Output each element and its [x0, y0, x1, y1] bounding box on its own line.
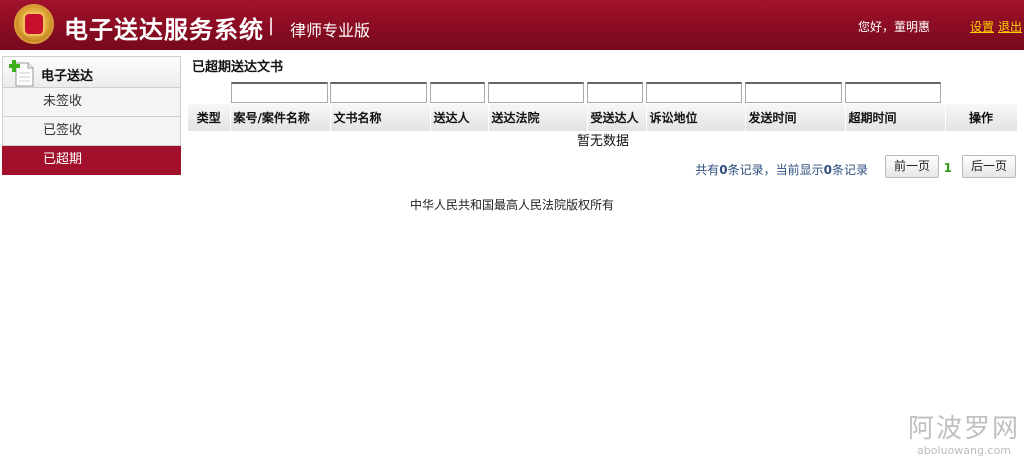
column-header: 诉讼地位	[646, 104, 746, 131]
column-header: 送达法院	[488, 104, 588, 131]
sidebar-section-label: 电子送达	[41, 69, 94, 84]
court-emblem-icon	[14, 4, 54, 44]
filter-row	[188, 78, 1018, 104]
main-content: 已超期送达文书 类型 案号/案件名称 文书名称 送达人 送达法院 受送达人 诉讼…	[188, 58, 1018, 183]
litigation-status-filter[interactable]	[646, 82, 742, 103]
app-header: 电子送达服务系统 | 律师专业版 您好，董明惠 设置 退出	[0, 0, 1024, 50]
column-header: 发送时间	[745, 104, 846, 131]
sidebar-item-unsigned[interactable]: 未签收	[2, 88, 181, 117]
user-greeting: 您好，董明惠	[858, 20, 931, 34]
title-separator: |	[268, 15, 275, 36]
sidebar-section-header[interactable]: 电子送达	[2, 56, 181, 88]
sidebar-item-signed[interactable]: 已签收	[2, 117, 181, 146]
table-header-row: 类型 案号/案件名称 文书名称 送达人 送达法院 受送达人 诉讼地位 发送时间 …	[188, 104, 1018, 131]
column-header: 文书名称	[330, 104, 431, 131]
prev-page-button[interactable]: 前一页	[884, 155, 939, 178]
footer-copyright: 中华人民共和国最高人民法院版权所有	[409, 198, 614, 212]
next-page-button[interactable]: 后一页	[961, 155, 1016, 178]
watermark-title: 阿波罗网	[907, 414, 1020, 444]
case-number-filter[interactable]	[231, 82, 328, 103]
empty-state-text: 暂无数据	[576, 134, 629, 149]
column-header: 案号/案件名称	[230, 104, 331, 131]
add-document-icon	[9, 60, 34, 87]
app-title: 电子送达服务系统	[64, 16, 264, 44]
column-header: 类型	[188, 104, 231, 131]
watermark-url: aboluowang.com	[917, 444, 1011, 457]
pagination: 共有0条记录，当前显示0条记录 前一页 1 后一页	[188, 153, 1018, 183]
document-name-filter[interactable]	[330, 82, 427, 103]
sender-filter[interactable]	[430, 82, 485, 103]
settings-link[interactable]: 设置	[970, 18, 994, 35]
sidebar-item-overdue[interactable]: 已超期	[2, 146, 181, 175]
sidebar: 电子送达 未签收 已签收 已超期	[2, 56, 181, 175]
column-header: 操作	[945, 104, 1018, 131]
column-header: 送达人	[430, 104, 489, 131]
column-header: 受送达人	[587, 104, 647, 131]
logout-link[interactable]: 退出	[998, 18, 1022, 35]
court-filter[interactable]	[488, 82, 584, 103]
page-title: 已超期送达文书	[192, 60, 284, 75]
documents-table: 类型 案号/案件名称 文书名称 送达人 送达法院 受送达人 诉讼地位 发送时间 …	[188, 104, 1018, 131]
recipient-filter[interactable]	[587, 82, 643, 103]
overdue-time-filter[interactable]	[845, 82, 941, 103]
edition-label: 律师专业版	[290, 21, 371, 40]
record-summary: 共有0条记录，当前显示0条记录	[695, 163, 868, 177]
current-page-number[interactable]: 1	[944, 161, 952, 175]
watermark: 阿波罗网 aboluowang.com	[908, 414, 1020, 458]
column-header: 超期时间	[845, 104, 946, 131]
send-time-filter[interactable]	[745, 82, 842, 103]
